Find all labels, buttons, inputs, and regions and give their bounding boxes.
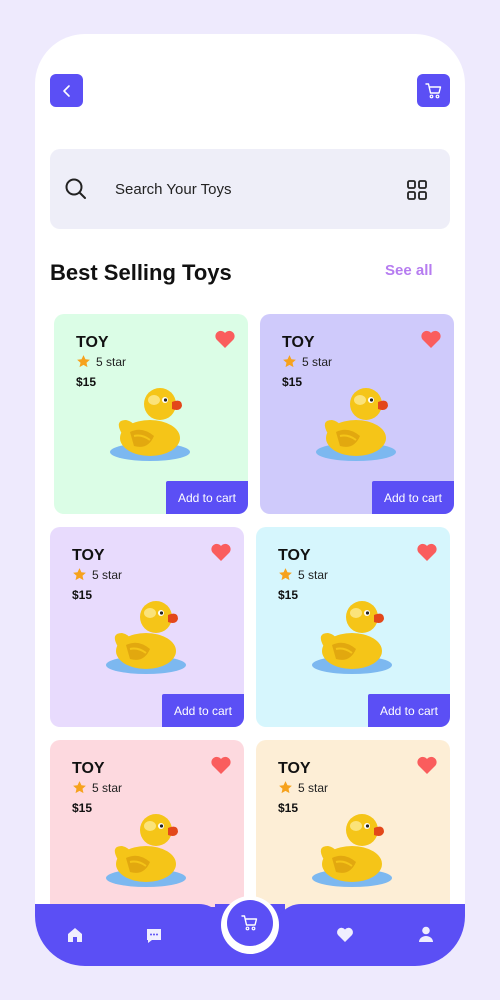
star-icon xyxy=(73,568,86,581)
phone-frame: Search Your Toys Best Selling Toys See a… xyxy=(0,0,500,1000)
shopping-cart-icon xyxy=(424,82,441,98)
star-icon xyxy=(279,781,292,794)
product-name: TOY xyxy=(76,334,109,351)
product-card[interactable]: TOY 5 star $15 Add to cart xyxy=(50,527,244,727)
bottom-nav xyxy=(35,896,465,966)
star-icon xyxy=(283,355,296,368)
rating-text: 5 star xyxy=(298,567,329,582)
product-price: $15 xyxy=(72,588,93,602)
rating-text: 5 star xyxy=(96,354,127,369)
see-all-link[interactable]: See all xyxy=(385,262,433,279)
product-card[interactable]: TOY 5 star $15 Add to cart xyxy=(256,527,450,727)
search-bar[interactable]: Search Your Toys xyxy=(50,149,450,229)
home-icon[interactable] xyxy=(65,925,85,945)
search-icon[interactable] xyxy=(64,177,88,201)
chat-icon[interactable] xyxy=(144,926,164,946)
nav-bar-right xyxy=(275,904,465,966)
add-to-cart-button[interactable]: Add to cart xyxy=(166,481,248,514)
product-name: TOY xyxy=(282,334,315,351)
rating-text: 5 star xyxy=(298,780,329,795)
favorite-heart-icon[interactable] xyxy=(420,329,442,349)
star-icon xyxy=(77,355,90,368)
product-name: TOY xyxy=(278,760,311,777)
grid-icon[interactable] xyxy=(406,179,428,201)
rubber-duck-image xyxy=(104,589,188,675)
rubber-duck-image xyxy=(104,802,188,888)
heart-icon[interactable] xyxy=(335,925,355,945)
rating-text: 5 star xyxy=(92,780,123,795)
search-input[interactable]: Search Your Toys xyxy=(115,181,231,198)
product-name: TOY xyxy=(72,547,105,564)
add-to-cart-button[interactable]: Add to cart xyxy=(372,481,454,514)
section-title: Best Selling Toys xyxy=(50,260,232,285)
favorite-heart-icon[interactable] xyxy=(210,542,232,562)
nav-bar-left xyxy=(35,904,225,966)
product-name: TOY xyxy=(72,760,105,777)
favorite-heart-icon[interactable] xyxy=(214,329,236,349)
cart-icon xyxy=(241,915,258,931)
product-price: $15 xyxy=(278,801,299,815)
rubber-duck-image xyxy=(310,589,394,675)
favorite-heart-icon[interactable] xyxy=(416,542,438,562)
product-rating: 5 star xyxy=(72,567,122,582)
favorite-heart-icon[interactable] xyxy=(210,755,232,775)
star-icon xyxy=(279,568,292,581)
product-price: $15 xyxy=(76,375,97,389)
rating-text: 5 star xyxy=(92,567,123,582)
rating-text: 5 star xyxy=(302,354,333,369)
rubber-duck-image xyxy=(108,376,192,462)
user-icon[interactable] xyxy=(416,924,436,944)
product-rating: 5 star xyxy=(76,354,126,369)
chevron-left-icon xyxy=(62,84,70,97)
app-screen: Search Your Toys Best Selling Toys See a… xyxy=(35,34,465,966)
add-to-cart-button[interactable]: Add to cart xyxy=(368,694,450,727)
product-rating: 5 star xyxy=(278,780,328,795)
product-rating: 5 star xyxy=(72,780,122,795)
back-button[interactable] xyxy=(50,74,83,107)
add-to-cart-button[interactable]: Add to cart xyxy=(162,694,244,727)
product-card[interactable]: TOY 5 star $15 Add to cart xyxy=(260,314,454,514)
product-rating: 5 star xyxy=(282,354,332,369)
product-name: TOY xyxy=(278,547,311,564)
cart-button[interactable] xyxy=(417,74,450,107)
star-icon xyxy=(73,781,86,794)
product-price: $15 xyxy=(278,588,299,602)
favorite-heart-icon[interactable] xyxy=(416,755,438,775)
nav-cart-button[interactable] xyxy=(227,900,273,946)
product-card[interactable]: TOY 5 star $15 Add to cart xyxy=(54,314,248,514)
product-rating: 5 star xyxy=(278,567,328,582)
rubber-duck-image xyxy=(314,376,398,462)
product-price: $15 xyxy=(72,801,93,815)
product-price: $15 xyxy=(282,375,303,389)
rubber-duck-image xyxy=(310,802,394,888)
